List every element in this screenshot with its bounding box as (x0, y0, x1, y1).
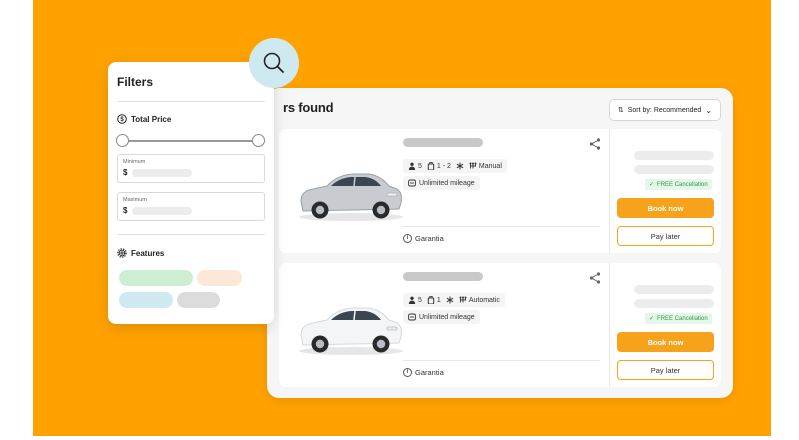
price-slider-track[interactable] (122, 140, 260, 142)
total-price-label: Total Price (131, 114, 172, 124)
divider (117, 101, 265, 102)
maximum-price-field[interactable]: Maximum $ (117, 192, 265, 221)
ac-icon (446, 296, 454, 304)
search-button[interactable] (249, 38, 299, 88)
divider (403, 360, 600, 361)
gearshift-icon (469, 162, 477, 170)
check-icon: ✓ (649, 182, 655, 188)
search-icon (263, 52, 284, 73)
features-section-title: Features (117, 248, 164, 258)
sort-icon: ⇅ (617, 107, 624, 114)
divider (609, 263, 610, 387)
bags-value: 1 - 2 (436, 162, 451, 170)
feature-chip[interactable] (177, 292, 220, 308)
mileage-label: Unlimited mileage (419, 313, 475, 321)
seats-value: 5 (418, 162, 422, 170)
pay-later-button[interactable]: Pay later (617, 226, 714, 246)
svg-text:$: $ (120, 117, 124, 123)
car-image (293, 289, 403, 361)
garantia-label: Garantia (415, 234, 444, 243)
gear-icon (117, 248, 127, 258)
price-placeholder (634, 165, 714, 174)
speedometer-icon (408, 313, 416, 321)
results-count-title: rs found (283, 100, 334, 115)
seats-spec: 5 (408, 162, 422, 170)
sort-dropdown[interactable]: ⇅ Sort by: Recommended ⌄ (608, 99, 721, 121)
price-placeholder (634, 151, 714, 160)
hero-background: rs found ⇅ Sort by: Recommended ⌄ 5 1 - … (33, 0, 771, 436)
currency-symbol: $ (123, 206, 128, 215)
feature-chip[interactable] (119, 292, 173, 308)
price-placeholder (634, 285, 714, 294)
filters-panel: Filters $ Total Price Minimum $ Maximum … (108, 62, 274, 324)
free-cancellation-badge: ✓ FREE Cancellation (645, 179, 712, 190)
value-placeholder (132, 207, 192, 215)
divider (403, 226, 600, 227)
transmission-spec: Automatic (459, 296, 500, 304)
bags-spec: 1 (427, 296, 441, 304)
share-icon[interactable] (588, 137, 602, 151)
minimum-price-field[interactable]: Minimum $ (117, 154, 265, 183)
person-icon (408, 162, 416, 170)
ac-icon (456, 162, 464, 170)
book-now-button[interactable]: Book now (617, 332, 714, 352)
speedometer-icon (408, 179, 416, 187)
person-icon (408, 296, 416, 304)
free-cancellation-label: FREE Cancellation (657, 181, 708, 188)
features-label: Features (131, 248, 165, 258)
car-specs: 5 1 Automatic (403, 293, 505, 307)
check-icon: ✓ (649, 316, 655, 322)
transmission-spec: Manual (469, 162, 502, 170)
share-icon[interactable] (588, 271, 602, 285)
mileage-badge: Unlimited mileage (403, 310, 480, 324)
price-slider-min-handle[interactable] (116, 134, 129, 147)
feature-chip[interactable] (197, 270, 242, 286)
car-title-placeholder (403, 272, 483, 281)
price-placeholder (634, 299, 714, 308)
bags-spec: 1 - 2 (427, 162, 451, 170)
free-cancellation-label: FREE Cancellation (657, 315, 708, 322)
car-image (293, 155, 403, 227)
sort-label: Sort by: Recommended (627, 106, 702, 114)
luggage-icon (427, 296, 435, 304)
feature-chip[interactable] (119, 270, 193, 286)
divider (609, 129, 610, 253)
info-icon: i (403, 368, 412, 377)
transmission-value: Automatic (468, 296, 500, 304)
pay-later-button[interactable]: Pay later (617, 360, 714, 380)
luggage-icon (427, 162, 435, 170)
divider (117, 234, 265, 235)
results-panel: rs found ⇅ Sort by: Recommended ⌄ 5 1 - … (267, 88, 733, 398)
free-cancellation-badge: ✓ FREE Cancellation (645, 313, 712, 324)
transmission-value: Manual (478, 162, 502, 170)
maximum-label: Maximum (123, 197, 147, 203)
garantia-label: Garantia (415, 368, 444, 377)
car-title-placeholder (403, 138, 483, 147)
car-result-card[interactable]: 5 1 - 2 Manual Unlimited mileage i Garant… (279, 129, 721, 253)
chevron-down-icon: ⌄ (705, 105, 712, 115)
mileage-label: Unlimited mileage (419, 179, 475, 187)
car-result-card[interactable]: 5 1 Automatic Unlimited mileage i Garanti… (279, 263, 721, 387)
value-placeholder (132, 169, 192, 177)
bags-value: 1 (436, 296, 441, 304)
filters-title: Filters (117, 75, 154, 89)
seats-value: 5 (418, 296, 422, 304)
dollar-icon: $ (117, 114, 127, 124)
info-icon: i (403, 234, 412, 243)
minimum-label: Minimum (123, 159, 146, 165)
total-price-section-title: $ Total Price (117, 114, 171, 124)
mileage-badge: Unlimited mileage (403, 176, 480, 190)
price-slider-max-handle[interactable] (252, 134, 265, 147)
ac-spec (456, 162, 464, 170)
book-now-button[interactable]: Book now (617, 198, 714, 218)
garantia-info[interactable]: i Garantia (403, 368, 444, 377)
car-specs: 5 1 - 2 Manual (403, 159, 507, 173)
currency-symbol: $ (123, 168, 128, 177)
ac-spec (446, 296, 454, 304)
gearshift-icon (459, 296, 467, 304)
seats-spec: 5 (408, 296, 422, 304)
garantia-info[interactable]: i Garantia (403, 234, 444, 243)
